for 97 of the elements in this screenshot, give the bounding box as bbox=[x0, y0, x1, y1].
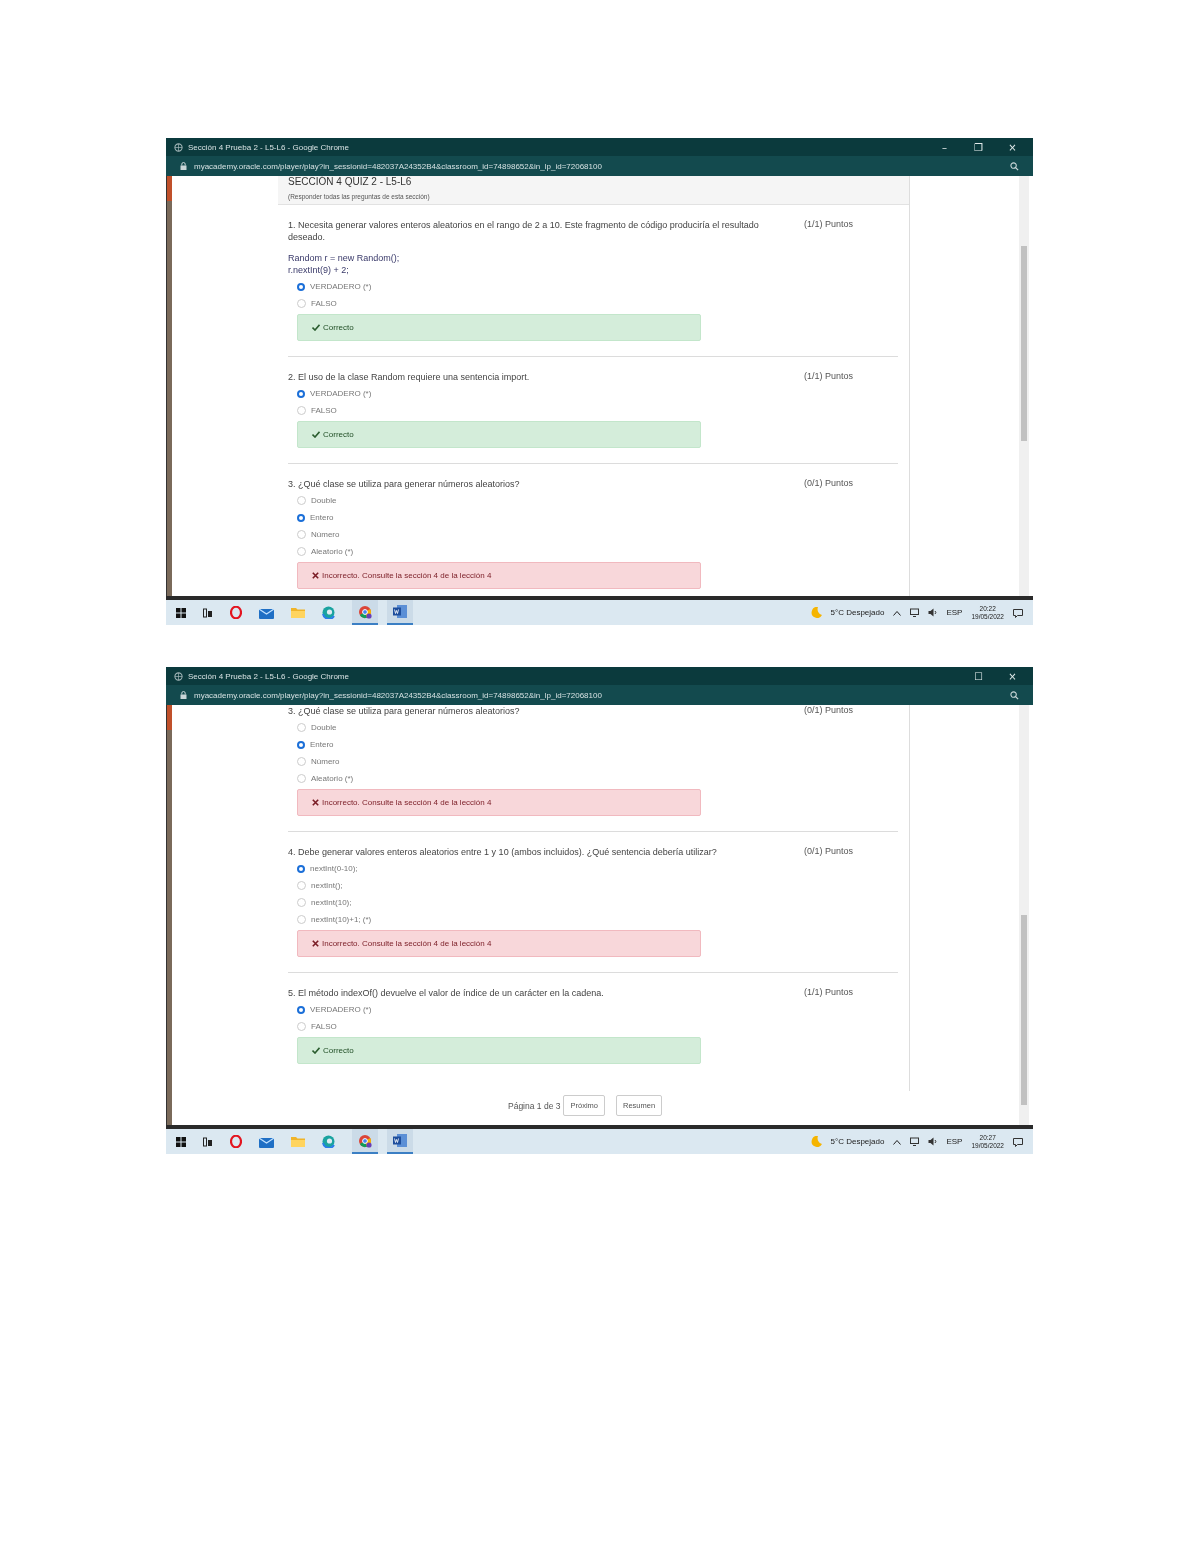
question-text: 1. Necesita generar valores enteros aleatorios en el rango de 2 a 10. Este fragmento de código produciría el resultado deseado. bbox=[288, 219, 760, 243]
search-icon[interactable] bbox=[1010, 161, 1019, 171]
notification-icon[interactable] bbox=[1013, 1136, 1023, 1147]
option-label: VERDADERO (*) bbox=[310, 389, 372, 398]
windows-logo-icon[interactable] bbox=[176, 607, 186, 618]
radio-button[interactable] bbox=[297, 513, 305, 522]
mail-icon[interactable] bbox=[259, 606, 274, 619]
cross-icon bbox=[312, 572, 319, 579]
option-label: Número bbox=[311, 757, 340, 766]
window-control[interactable]: × bbox=[998, 670, 1027, 682]
window-control[interactable]: – bbox=[930, 141, 959, 153]
radio-button[interactable] bbox=[297, 1005, 305, 1014]
window-control[interactable]: × bbox=[998, 141, 1027, 153]
option-label: FALSO bbox=[311, 406, 337, 415]
code-line: r.nextInt(9) + 2; bbox=[288, 264, 350, 276]
network-icon[interactable] bbox=[910, 1137, 920, 1146]
feedback-text: Correcto bbox=[323, 1046, 354, 1055]
option-label: Número bbox=[311, 530, 340, 539]
windows-logo-icon[interactable] bbox=[176, 1136, 186, 1147]
option-label: Entero bbox=[310, 740, 334, 749]
question-text: 4. Debe generar valores enteros aleatorios entre 1 y 10 (ambos incluidos). ¿Qué sentencia debería utilizar? bbox=[288, 846, 718, 858]
url-text: myacademy.oracle.com/player/play?in_sessionid=482037A24352B4&classroom_id=74898652&in_lp_id=72068100 bbox=[194, 161, 602, 171]
option-label: Entero bbox=[310, 513, 334, 522]
radio-button[interactable] bbox=[297, 389, 305, 398]
window-control[interactable]: ☐ bbox=[964, 670, 993, 682]
radio-button[interactable] bbox=[297, 864, 305, 873]
search-icon[interactable] bbox=[1010, 690, 1019, 700]
speaker-icon[interactable] bbox=[928, 1137, 938, 1146]
points-label: (0/1) Puntos bbox=[803, 846, 853, 858]
option-label: Aleatorio (*) bbox=[311, 547, 354, 556]
check-icon bbox=[312, 324, 320, 331]
option-label: Aleatorio (*) bbox=[311, 774, 354, 783]
option-label: FALSO bbox=[311, 1022, 337, 1031]
feedback-text: Correcto bbox=[323, 323, 354, 332]
window-control[interactable]: ❐ bbox=[964, 141, 993, 153]
points-label: (1/1) Puntos bbox=[803, 219, 853, 231]
browser-o-icon[interactable] bbox=[230, 1135, 242, 1148]
radio-button[interactable] bbox=[297, 740, 305, 749]
speaker-icon[interactable] bbox=[928, 608, 938, 617]
feedback-text: Incorrecto. Consulte la sección 4 de la lección 4 bbox=[322, 798, 492, 807]
globe-icon bbox=[174, 671, 183, 681]
page-indicator: Página 1 de 3 bbox=[508, 1100, 561, 1111]
chrome-icon[interactable] bbox=[358, 604, 372, 619]
option-label: Double bbox=[311, 496, 337, 505]
points-label: (1/1) Puntos bbox=[803, 371, 853, 383]
section-title: SECCIÓN 4 QUIZ 2 - L5-L6 bbox=[288, 176, 413, 187]
url-text: myacademy.oracle.com/player/play?in_sessionid=482037A24352B4&classroom_id=74898652&in_lp_id=72068100 bbox=[194, 690, 602, 700]
edge-browser-icon[interactable] bbox=[322, 606, 335, 619]
option-label: nextInt(0-10); bbox=[310, 864, 358, 873]
task-view-icon[interactable] bbox=[203, 1136, 213, 1147]
globe-icon bbox=[174, 142, 183, 152]
scrollbar[interactable] bbox=[1019, 176, 1029, 596]
window-title: Sección 4 Prueba 2 - L5-L6 - Google Chrome bbox=[188, 142, 349, 152]
edge-browser-icon[interactable] bbox=[322, 1135, 335, 1148]
option-label: nextInt(); bbox=[311, 881, 343, 890]
language-indicator[interactable]: ESP bbox=[946, 1137, 963, 1146]
option-label: VERDADERO (*) bbox=[310, 1005, 372, 1014]
language-indicator[interactable]: ESP bbox=[946, 608, 963, 617]
weather-text[interactable]: 5°C Despejado bbox=[830, 1137, 885, 1146]
address-bar[interactable]: myacademy.oracle.com/player/play?in_sessionid=482037A24352B4&classroom_id=74898652&in_lp_id=72068100 bbox=[166, 685, 1033, 705]
word-document-icon[interactable] bbox=[393, 605, 407, 618]
network-icon[interactable] bbox=[910, 608, 920, 617]
check-icon bbox=[312, 431, 320, 438]
cross-icon bbox=[312, 940, 319, 947]
question-text: 3. ¿Qué clase se utiliza para generar números aleatorios? bbox=[288, 478, 521, 490]
address-bar[interactable]: myacademy.oracle.com/player/play?in_sessionid=482037A24352B4&classroom_id=74898652&in_lp_id=72068100 bbox=[166, 156, 1033, 176]
question-text: 2. El uso de la clase Random requiere una sentencia import. bbox=[288, 371, 531, 383]
caret-icon[interactable] bbox=[893, 609, 902, 616]
points-label: (1/1) Puntos bbox=[803, 987, 853, 999]
code-line: Random r = new Random(); bbox=[288, 252, 401, 264]
points-label: (0/1) Puntos bbox=[803, 705, 853, 717]
option-label: FALSO bbox=[311, 299, 337, 308]
scrollbar[interactable] bbox=[1019, 705, 1029, 1125]
chrome-icon[interactable] bbox=[358, 1133, 372, 1148]
option-label: nextInt(10); bbox=[311, 898, 352, 907]
weather-text[interactable]: 5°C Despejado bbox=[830, 608, 885, 617]
feedback-text: Incorrecto. Consulte la sección 4 de la lección 4 bbox=[322, 571, 492, 580]
feedback-text: Incorrecto. Consulte la sección 4 de la lección 4 bbox=[322, 939, 492, 948]
browser-o-icon[interactable] bbox=[230, 606, 242, 619]
caret-icon[interactable] bbox=[893, 1138, 902, 1145]
window-title: Sección 4 Prueba 2 - L5-L6 - Google Chrome bbox=[188, 671, 349, 681]
mail-icon[interactable] bbox=[259, 1135, 274, 1148]
option-label: Double bbox=[311, 723, 337, 732]
lock-icon bbox=[180, 162, 187, 170]
radio-button[interactable] bbox=[297, 282, 305, 291]
option-label: nextInt(10)+1; (*) bbox=[311, 915, 372, 924]
points-label: (0/1) Puntos bbox=[803, 478, 853, 490]
word-document-icon[interactable] bbox=[393, 1134, 407, 1147]
notification-icon[interactable] bbox=[1013, 607, 1023, 618]
question-text: 5. El método indexOf() devuelve el valor de índice de un carácter en la cadena. bbox=[288, 987, 605, 999]
feedback-text: Correcto bbox=[323, 430, 354, 439]
question-text: 3. ¿Qué clase se utiliza para generar números aleatorios? bbox=[288, 705, 521, 717]
task-view-icon[interactable] bbox=[203, 607, 213, 618]
option-label: VERDADERO (*) bbox=[310, 282, 372, 291]
cross-icon bbox=[312, 799, 319, 806]
check-icon bbox=[312, 1047, 320, 1054]
lock-icon bbox=[180, 691, 187, 699]
